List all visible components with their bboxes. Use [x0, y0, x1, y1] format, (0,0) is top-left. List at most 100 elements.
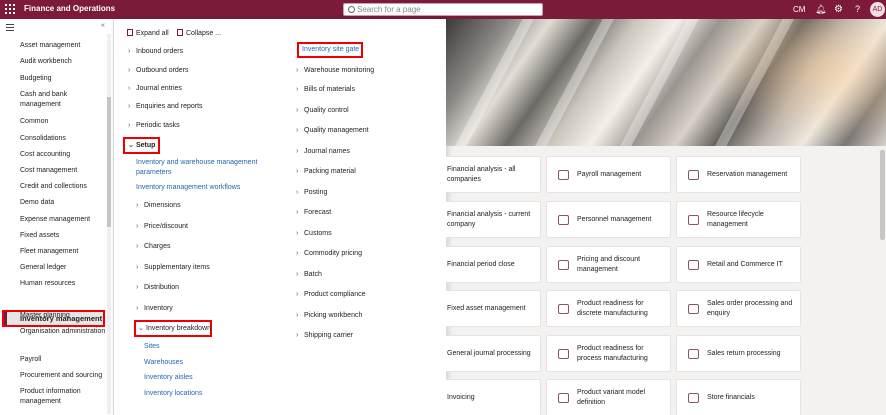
menu-subgroup-dimensions[interactable]: › Dimensions — [136, 202, 181, 209]
menu-subgroup-charges[interactable]: › Charges — [136, 243, 170, 250]
module-item[interactable]: Demo data — [20, 198, 106, 208]
link-inventory-locations[interactable]: Inventory locations — [144, 390, 202, 397]
link-inventory-warehouse-parameters[interactable]: Inventory and warehouse management param… — [136, 158, 266, 178]
module-item[interactable]: Consolidations — [20, 134, 106, 144]
hamburger-icon[interactable] — [6, 24, 14, 33]
avatar[interactable]: AD — [870, 2, 885, 17]
help-icon[interactable]: ? — [855, 0, 860, 19]
module-item[interactable]: Cost management — [20, 166, 106, 176]
collapse-all-button[interactable]: Collapse ... — [177, 29, 221, 37]
menu-group-inbound-orders[interactable]: › Inbound orders — [128, 48, 183, 55]
menu-group-outbound-orders[interactable]: › Outbound orders — [128, 67, 189, 74]
menu-subgroup-label: Supplementary items — [144, 264, 210, 271]
module-item[interactable]: Common — [20, 117, 106, 127]
menu-group-setup[interactable]: ⌄ Setup — [128, 141, 155, 149]
chevron-right-icon: › — [128, 48, 131, 55]
module-item[interactable]: Cost accounting — [20, 150, 106, 160]
workspace-tile[interactable]: Reservation management — [676, 156, 801, 193]
module-item[interactable]: Organisation administration — [20, 327, 106, 337]
module-item[interactable]: Procurement and sourcing — [20, 371, 106, 381]
menu-group-col2[interactable]: › Product compliance — [296, 291, 365, 298]
menu-group-col2[interactable]: › Batch — [296, 271, 322, 278]
module-item[interactable]: Expense management — [20, 215, 106, 225]
menu-subgroup-inventory-breakdown[interactable]: ⌄ Inventory breakdown — [138, 324, 211, 332]
menu-subgroup-supplementary-items[interactable]: › Supplementary items — [136, 264, 210, 271]
workspace-tile[interactable]: Payroll management — [546, 156, 671, 193]
module-item[interactable]: Fixed assets — [20, 231, 106, 241]
menu-group-col2[interactable]: › Warehouse monitoring — [296, 67, 374, 74]
workspace-tile[interactable]: Sales return processing — [676, 335, 801, 372]
link-inventory-aisles[interactable]: Inventory aisles — [144, 374, 193, 381]
menu-group-periodic-tasks[interactable]: › Periodic tasks — [128, 122, 180, 129]
menu-group-col2[interactable]: › Quality management — [296, 127, 369, 134]
workspace-tile[interactable]: Product variant model definition — [546, 379, 671, 415]
module-item[interactable]: Product information management — [20, 387, 106, 407]
link-inventory-site-gate[interactable]: Inventory site gate — [302, 46, 359, 53]
module-item[interactable]: Audit workbench — [20, 57, 106, 67]
lifecycle-icon — [688, 215, 699, 225]
chevron-down-icon: ⌄ — [138, 325, 144, 332]
link-warehouses[interactable]: Warehouses — [144, 359, 183, 366]
menu-group-label: Batch — [304, 271, 322, 278]
menu-subgroup-inventory[interactable]: › Inventory — [136, 305, 173, 312]
collapse-pane-icon[interactable]: « — [101, 22, 105, 29]
menu-group-col2[interactable]: › Shipping carrier — [296, 332, 353, 339]
people-icon — [558, 215, 569, 225]
tile-label: Payroll management — [577, 170, 642, 178]
module-item[interactable]: Fleet management — [20, 247, 106, 257]
workspace-tile[interactable]: Resource lifecycle management — [676, 201, 801, 238]
bell-icon[interactable]: 🔔︎ — [815, 0, 826, 19]
modules-scroll-thumb[interactable] — [107, 97, 111, 227]
tile-label: Sales return processing — [707, 349, 781, 357]
chevron-right-icon: › — [296, 291, 299, 298]
gear-icon[interactable]: ⚙ — [834, 0, 843, 19]
chevron-right-icon: › — [296, 332, 299, 339]
menu-group-label: Shipping carrier — [304, 332, 354, 339]
menu-group-col2[interactable]: › Journal names — [296, 148, 350, 155]
menu-subgroup-price-discount[interactable]: › Price/discount — [136, 223, 188, 230]
module-item[interactable]: Credit and collections — [20, 182, 106, 192]
menu-group-col2[interactable]: › Bills of materials — [296, 86, 355, 93]
tile-label: Financial period close — [447, 260, 515, 268]
menu-subgroup-distribution[interactable]: › Distribution — [136, 284, 179, 291]
module-item[interactable]: Payroll — [20, 355, 106, 365]
link-sites[interactable]: Sites — [144, 343, 160, 350]
search-input[interactable]: Search for a page — [343, 3, 543, 16]
menu-group-col2[interactable]: › Commodity pricing — [296, 250, 362, 257]
menu-group-col2[interactable]: › Customs — [296, 230, 332, 237]
menu-group-col2[interactable]: › Quality control — [296, 107, 349, 114]
workspace-tile[interactable]: Personnel management — [546, 201, 671, 238]
app-title[interactable]: Finance and Operations — [24, 4, 115, 13]
link-inventory-management-workflows[interactable]: Inventory management workflows — [136, 184, 240, 191]
workspace-tile[interactable]: Retail and Commerce IT — [676, 246, 801, 283]
module-item[interactable]: Asset management — [20, 41, 106, 51]
module-item[interactable]: General ledger — [20, 263, 106, 273]
workspace-tile[interactable]: Store financials — [676, 379, 801, 415]
menu-group-label: Enquiries and reports — [136, 103, 203, 110]
module-item[interactable]: Human resources — [20, 279, 106, 289]
menu-group-enquiries-reports[interactable]: › Enquiries and reports — [128, 103, 203, 110]
tile-label: Financial analysis - current company — [447, 210, 531, 228]
app-launcher-icon[interactable] — [4, 3, 16, 15]
workspace-scrollbar[interactable] — [880, 150, 885, 240]
menu-group-col2[interactable]: › Forecast — [296, 209, 331, 216]
menu-group-journal-entries[interactable]: › Journal entries — [128, 85, 182, 92]
module-item[interactable]: Cash and bank management — [20, 90, 106, 110]
workspace-tile[interactable]: Sales order processing and enquiry — [676, 290, 801, 327]
menu-group-label: Picking workbench — [304, 312, 363, 319]
tile-label: Financial analysis - all companies — [447, 165, 516, 183]
module-item[interactable]: Master planning — [20, 311, 106, 321]
top-bar: Finance and Operations Search for a page… — [0, 0, 886, 19]
menu-group-label: Customs — [304, 230, 332, 237]
menu-group-col2[interactable]: › Packing material — [296, 168, 356, 175]
expand-all-button[interactable]: Expand all — [127, 29, 169, 37]
menu-group-col2[interactable]: › Picking workbench — [296, 312, 362, 319]
workspace-tile[interactable]: Product readiness for process manufactur… — [546, 335, 671, 372]
module-item[interactable]: Budgeting — [20, 74, 106, 84]
workspace-tile[interactable]: Pricing and discount management — [546, 246, 671, 283]
menu-group-col2[interactable]: › Posting — [296, 189, 327, 196]
workspace-tile[interactable]: Product readiness for discrete manufactu… — [546, 290, 671, 327]
expand-all-label: Expand all — [136, 30, 169, 37]
chevron-down-icon: ⌄ — [128, 142, 134, 149]
company-picker[interactable]: CM — [793, 0, 805, 19]
